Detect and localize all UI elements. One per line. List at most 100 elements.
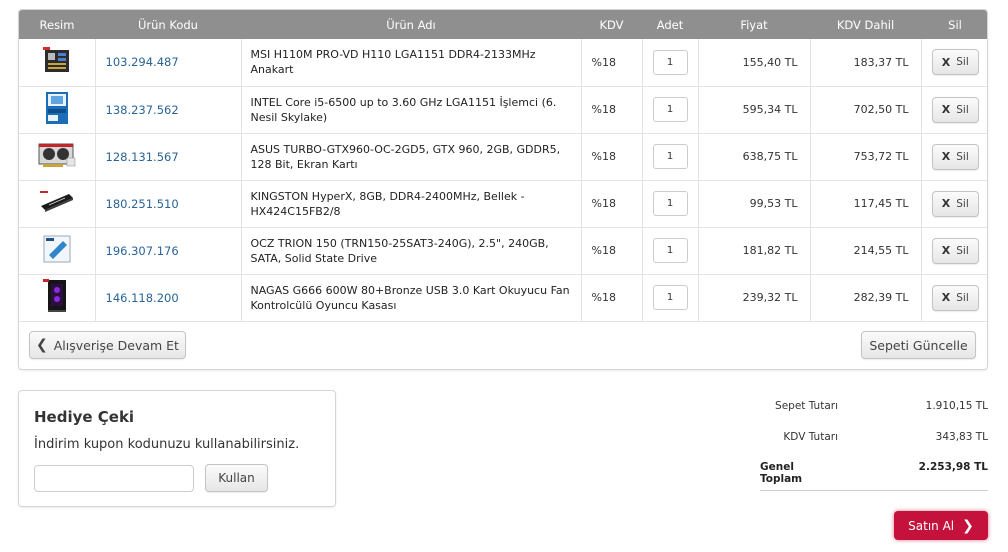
close-icon: X	[941, 150, 951, 163]
quantity-input[interactable]	[652, 49, 688, 75]
product-vat: %18	[581, 86, 643, 134]
ram-icon[interactable]	[39, 190, 75, 217]
delete-button[interactable]: X Sil	[931, 143, 979, 170]
product-name: ASUS TURBO-GTX960-OC-2GD5, GTX 960, 2GB,…	[241, 133, 582, 181]
delete-cell: X Sil	[921, 133, 987, 181]
product-name: NAGAS G666 600W 80+Bronze USB 3.0 Kart O…	[241, 274, 582, 322]
product-code[interactable]: 128.131.567	[95, 133, 242, 181]
product-price-with-vat: 753,72 TL	[810, 133, 922, 181]
delete-label: Sil	[956, 103, 969, 116]
gift-voucher-panel: Hediye Çeki İndirim kupon kodunuzu kulla…	[18, 390, 336, 507]
apply-coupon-label: Kullan	[218, 471, 255, 485]
product-code[interactable]: 196.307.176	[95, 227, 242, 275]
product-name: MSI H110M PRO-VD H110 LGA1151 DDR4-2133M…	[241, 39, 582, 87]
product-price-with-vat: 183,37 TL	[810, 39, 922, 87]
header-price-with-vat: KDV Dahil	[836, 17, 895, 32]
vat-total-value: 343,83 TL	[935, 431, 988, 443]
product-image-cell	[19, 180, 96, 228]
delete-cell: X Sil	[921, 274, 987, 322]
close-icon: X	[941, 291, 951, 304]
quantity-cell	[642, 86, 699, 134]
table-row: 146.118.200 NAGAS G666 600W 80+Bronze US…	[19, 274, 987, 322]
header-image: Resim	[39, 17, 75, 32]
close-icon: X	[941, 55, 951, 69]
product-name: KINGSTON HyperX, 8GB, DDR4-2400MHz, Bell…	[241, 180, 582, 228]
product-price: 99,53 TL	[698, 180, 811, 228]
quantity-input[interactable]	[652, 285, 688, 310]
checkout-button[interactable]: Satın Al ❯	[894, 511, 988, 540]
ssd-box-icon[interactable]	[41, 233, 73, 268]
quantity-cell	[642, 180, 699, 228]
product-vat: %18	[581, 180, 643, 228]
product-image-cell	[19, 133, 96, 181]
quantity-cell	[642, 227, 699, 275]
grand-total-row: Genel Toplam 2.253,98 TL	[760, 461, 988, 485]
vat-total-row: KDV Tutarı 343,83 TL	[760, 431, 988, 451]
product-price-with-vat: 117,45 TL	[810, 180, 922, 228]
delete-button[interactable]: X Sil	[931, 96, 979, 123]
header-quantity: Adet	[656, 17, 684, 32]
product-price-with-vat: 702,50 TL	[810, 86, 922, 134]
product-vat: %18	[581, 274, 643, 322]
quantity-input[interactable]	[652, 191, 688, 216]
delete-button[interactable]: X Sil	[931, 190, 979, 217]
product-price-with-vat: 282,39 TL	[810, 274, 922, 322]
delete-button[interactable]: X Sil	[931, 237, 979, 264]
close-icon: X	[941, 103, 951, 116]
product-name: INTEL Core i5-6500 up to 3.60 GHz LGA115…	[241, 86, 582, 134]
cart-table: Resim Ürün Kodu Ürün Adı KDV Adet Fiyat …	[19, 10, 987, 322]
product-image-cell	[19, 39, 96, 87]
pc-case-icon[interactable]	[42, 278, 72, 317]
quantity-input[interactable]	[652, 144, 688, 169]
product-code[interactable]: 146.118.200	[95, 274, 242, 322]
table-row: 180.251.510 KINGSTON HyperX, 8GB, DDR4-2…	[19, 180, 987, 228]
apply-coupon-button[interactable]: Kullan	[205, 464, 268, 492]
delete-label: Sil	[956, 291, 969, 304]
delete-cell: X Sil	[921, 227, 987, 275]
motherboard-icon[interactable]	[42, 46, 72, 79]
product-price: 155,40 TL	[698, 39, 811, 87]
cpu-box-icon[interactable]	[42, 91, 72, 128]
delete-label: Sil	[956, 150, 969, 163]
product-image-cell	[19, 86, 96, 134]
chevron-left-icon: ❮	[36, 337, 48, 353]
quantity-input[interactable]	[652, 97, 688, 122]
header-product-code: Ürün Kodu	[138, 17, 198, 32]
product-code[interactable]: 103.294.487	[95, 39, 242, 87]
close-icon: X	[941, 244, 951, 257]
product-image-cell	[19, 227, 96, 275]
delete-cell: X Sil	[921, 39, 987, 87]
coupon-code-input[interactable]	[34, 465, 194, 492]
totals-divider	[760, 490, 988, 491]
table-row: 196.307.176 OCZ TRION 150 (TRN150-25SAT3…	[19, 227, 987, 275]
quantity-input[interactable]	[652, 238, 688, 263]
delete-button[interactable]: X Sil	[931, 284, 979, 311]
table-row: 128.131.567 ASUS TURBO-GTX960-OC-2GD5, G…	[19, 133, 987, 181]
product-name: OCZ TRION 150 (TRN150-25SAT3-240G), 2.5"…	[241, 227, 582, 275]
update-cart-button[interactable]: Sepeti Güncelle	[861, 331, 976, 359]
delete-button[interactable]: X Sil	[931, 49, 979, 76]
product-code[interactable]: 138.237.562	[95, 86, 242, 134]
shopping-cart-panel: Resim Ürün Kodu Ürün Adı KDV Adet Fiyat …	[18, 9, 988, 370]
product-image-cell	[19, 274, 96, 322]
checkout-label: Satın Al	[908, 518, 955, 533]
header-product-name: Ürün Adı	[386, 17, 436, 32]
product-code[interactable]: 180.251.510	[95, 180, 242, 228]
gift-voucher-description: İndirim kupon kodunuzu kullanabilirsiniz…	[34, 437, 300, 452]
product-price: 638,75 TL	[698, 133, 811, 181]
cart-actions: ❮ Alışverişe Devam Et Sepeti Güncelle	[19, 321, 987, 369]
product-vat: %18	[581, 39, 643, 87]
delete-cell: X Sil	[921, 86, 987, 134]
table-row: 138.237.562 INTEL Core i5-6500 up to 3.6…	[19, 86, 987, 134]
product-price: 181,82 TL	[698, 227, 811, 275]
graphics-card-icon[interactable]	[37, 141, 77, 172]
quantity-cell	[642, 274, 699, 322]
continue-shopping-button[interactable]: ❮ Alışverişe Devam Et	[29, 331, 186, 359]
continue-shopping-label: Alışverişe Devam Et	[53, 337, 179, 353]
update-cart-label: Sepeti Güncelle	[869, 337, 968, 353]
subtotal-value: 1.910,15 TL	[925, 400, 988, 412]
delete-label: Sil	[956, 244, 969, 257]
delete-label: Sil	[956, 197, 969, 210]
gift-voucher-title: Hediye Çeki	[34, 408, 135, 426]
delete-cell: X Sil	[921, 180, 987, 228]
